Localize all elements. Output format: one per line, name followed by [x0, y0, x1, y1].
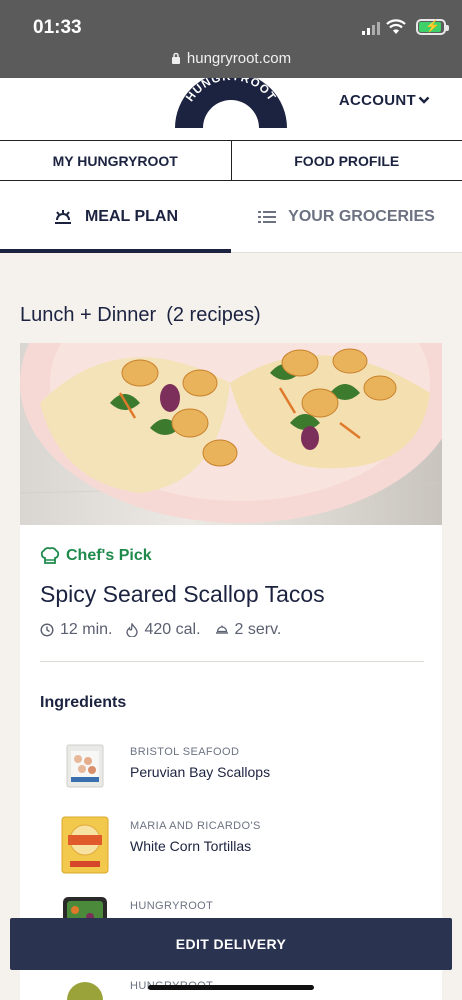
chevron-down-icon[interactable]: [418, 95, 430, 105]
recipe-meta: 12 min. 420 cal. 2 serv.: [40, 621, 295, 639]
signal-icon: [362, 22, 380, 35]
main-tabs: MEAL PLAN YOUR GROCERIES: [0, 181, 462, 253]
ingredient-item[interactable]: MARIA AND RICARDO'S White Corn Tortillas: [40, 815, 424, 875]
clock-icon: [40, 623, 54, 637]
site-header: HUNGRYROOT ACCOUNT: [0, 78, 462, 141]
ingredient-name: White Corn Tortillas: [130, 838, 252, 854]
servings: 2 serv.: [215, 621, 282, 639]
section-title: Lunch + Dinner (2 recipes): [20, 304, 261, 327]
battery-icon: ⚡: [416, 19, 449, 35]
recipe-card[interactable]: Chef's Pick Spicy Seared Scallop Tacos 1…: [20, 343, 442, 1000]
calories-value: 420 cal.: [144, 621, 201, 638]
servings-value: 2 serv.: [234, 621, 282, 638]
tab-my-hungryroot[interactable]: MY HUNGRYROOT: [0, 141, 231, 180]
status-bar: 01:33 ⚡ hungryroot.com: [0, 0, 462, 78]
recipe-count: (2 recipes): [166, 304, 261, 326]
ingredient-item[interactable]: BRISTOL SEAFOOD Peruvian Bay Scallops: [40, 741, 424, 801]
tab-your-groceries-label: YOUR GROCERIES: [288, 207, 435, 225]
hungryroot-logo[interactable]: HUNGRYROOT: [173, 78, 289, 128]
scallops-package-image: [66, 744, 104, 788]
ingredient-brand: BRISTOL SEAFOOD: [130, 746, 240, 758]
ingredient-name: Peruvian Bay Scallops: [130, 764, 271, 780]
section-title-text: Lunch + Dinner: [20, 304, 157, 326]
list-icon: [258, 210, 277, 223]
recipe-title[interactable]: Spicy Seared Scallop Tacos: [40, 581, 325, 608]
account-menu-button[interactable]: ACCOUNT: [339, 92, 416, 109]
tortillas-package-image: [61, 816, 109, 874]
recipe-image[interactable]: [20, 343, 442, 525]
account-tabs: MY HUNGRYROOT FOOD PROFILE: [0, 141, 462, 181]
status-time: 01:33: [33, 17, 82, 38]
chefs-pick-badge: Chef's Pick: [40, 546, 152, 566]
edit-delivery-button[interactable]: EDIT DELIVERY: [10, 918, 452, 970]
ingredient-image: [67, 982, 103, 1000]
ingredients-heading: Ingredients: [40, 694, 127, 711]
url-text: hungryroot.com: [186, 50, 292, 67]
tacos-illustration: [20, 343, 442, 523]
chef-hat-icon: [40, 547, 60, 564]
tab-your-groceries[interactable]: YOUR GROCERIES: [231, 181, 462, 252]
lock-icon: [171, 52, 180, 64]
divider: [40, 661, 424, 662]
ingredient-brand: MARIA AND RICARDO'S: [130, 820, 261, 832]
flame-icon: [126, 623, 139, 637]
ingredient-brand: HUNGRYROOT: [130, 900, 214, 912]
calories: 420 cal.: [126, 621, 201, 639]
tab-meal-plan-label: MEAL PLAN: [84, 207, 179, 225]
address-bar[interactable]: hungryroot.com: [0, 50, 462, 67]
home-indicator[interactable]: [148, 985, 314, 990]
tab-meal-plan[interactable]: MEAL PLAN: [0, 181, 231, 253]
meal-plan-icon: [54, 209, 71, 224]
cook-time-value: 12 min.: [60, 621, 113, 638]
wifi-icon: [386, 19, 406, 34]
chefs-pick-label: Chef's Pick: [66, 547, 152, 564]
tab-food-profile[interactable]: FOOD PROFILE: [230, 141, 462, 180]
servings-icon: [215, 625, 228, 634]
cook-time: 12 min.: [40, 621, 112, 639]
